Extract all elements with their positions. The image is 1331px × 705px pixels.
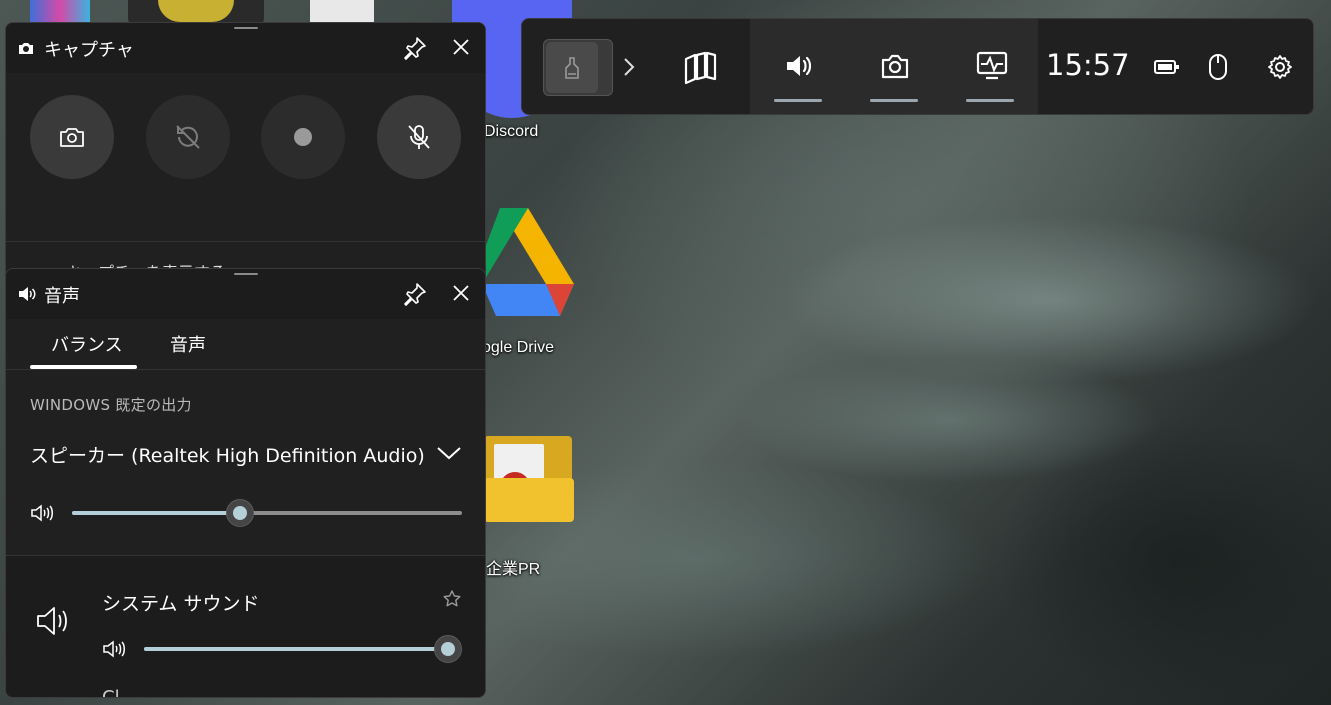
app-volume-fill xyxy=(144,647,448,651)
close-icon[interactable] xyxy=(452,284,470,302)
settings-gear-icon[interactable] xyxy=(1267,54,1293,80)
performance-icon xyxy=(976,51,1008,80)
desktop-icon-label-drive[interactable]: ogle Drive xyxy=(482,339,554,357)
app-volume-slider[interactable] xyxy=(144,647,448,651)
google-drive-icon[interactable] xyxy=(482,208,574,316)
widget-store-icon[interactable] xyxy=(682,49,718,85)
divider xyxy=(6,241,485,242)
app-volume-row xyxy=(6,556,485,697)
pin-icon[interactable] xyxy=(402,281,428,307)
audio-icon xyxy=(787,56,812,76)
clock-time: 15:57 xyxy=(1046,48,1130,82)
capture-panel-title: キャプチャ xyxy=(44,40,134,61)
drag-handle[interactable] xyxy=(234,273,258,275)
output-device-select[interactable]: スピーカー (Realtek High Definition Audio) xyxy=(30,441,425,468)
gamebar-widget-group xyxy=(750,19,1038,114)
game-bar: 15:57 xyxy=(521,18,1314,115)
start-recording-button[interactable] xyxy=(261,95,345,179)
record-last-button[interactable] xyxy=(146,95,230,179)
drag-handle[interactable] xyxy=(234,27,258,29)
master-volume-thumb[interactable] xyxy=(225,499,254,527)
camera-icon xyxy=(60,128,84,147)
chevron-down-icon[interactable] xyxy=(436,445,462,461)
volume-icon[interactable] xyxy=(30,503,54,523)
folder-icon[interactable] xyxy=(484,430,574,522)
capture-widget-button[interactable] xyxy=(846,19,942,114)
tab-balance[interactable]: バランス xyxy=(51,331,123,357)
master-volume-fill xyxy=(72,511,240,515)
app-name-system-sounds: システム サウンド xyxy=(102,593,260,615)
pin-icon[interactable] xyxy=(402,35,428,61)
camera-icon xyxy=(19,43,33,54)
divider xyxy=(6,369,485,370)
audio-widget-button[interactable] xyxy=(750,19,846,114)
desktop-document-icon[interactable] xyxy=(310,0,374,24)
battery-icon[interactable] xyxy=(1154,57,1180,77)
close-icon[interactable] xyxy=(452,38,470,56)
tab-voice[interactable]: 音声 xyxy=(170,331,206,357)
game-thumbnail-icon xyxy=(565,57,579,79)
screenshot-button[interactable] xyxy=(30,95,114,179)
app-volume-thumb[interactable] xyxy=(434,635,462,663)
capture-panel-header[interactable]: キャプチャ xyxy=(6,23,485,73)
capture-icon xyxy=(881,54,909,79)
master-volume-slider[interactable] xyxy=(72,511,462,515)
game-thumbnail[interactable] xyxy=(543,39,613,96)
default-output-label: WINDOWS 既定の出力 xyxy=(30,396,192,414)
desktop-icon-label-discord[interactable]: Discord xyxy=(484,123,538,141)
chevron-right-icon[interactable] xyxy=(622,57,636,77)
record-last-disabled-icon xyxy=(176,125,200,149)
mouse-icon[interactable] xyxy=(1208,53,1228,81)
mic-off-icon xyxy=(408,125,430,149)
next-app-name: Cl xyxy=(102,687,120,698)
speaker-icon xyxy=(19,287,36,301)
audio-panel-title: 音声 xyxy=(44,286,80,307)
desktop-icon-label-folder[interactable]: 企業PR xyxy=(486,555,540,579)
favorite-star-icon[interactable] xyxy=(442,589,462,609)
volume-icon[interactable] xyxy=(102,639,126,659)
record-dot-icon xyxy=(294,128,312,146)
performance-widget-button[interactable] xyxy=(942,19,1038,114)
mic-toggle-button[interactable] xyxy=(377,95,461,179)
audio-panel: 音声 バランス 音声 WINDOWS 既定の出力 スピーカー (Realtek … xyxy=(5,268,486,698)
system-sounds-icon xyxy=(37,607,67,635)
audio-panel-header[interactable]: 音声 xyxy=(6,269,485,319)
